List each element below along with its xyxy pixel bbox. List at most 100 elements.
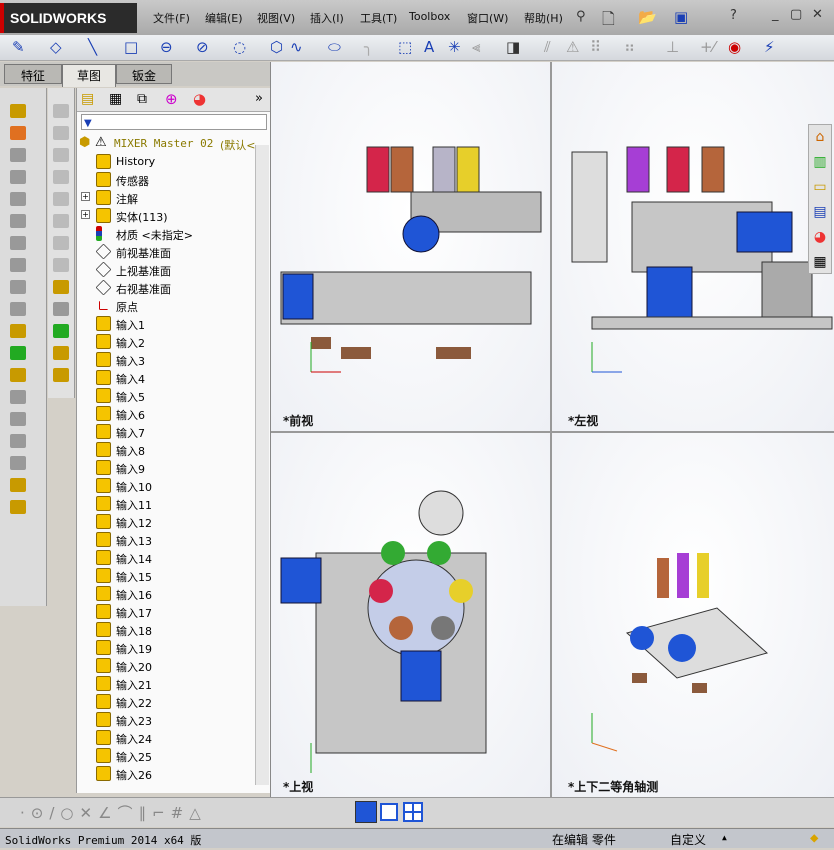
sketch-tool-icon[interactable]	[53, 214, 69, 228]
minimize-icon[interactable]: _	[772, 7, 779, 22]
units-selector[interactable]: 自定义	[670, 831, 706, 848]
relations-icon[interactable]: ⊥	[666, 38, 679, 56]
repair-icon[interactable]: +⁄	[700, 38, 715, 56]
sketch-tool-icon[interactable]	[53, 302, 69, 316]
appearances-icon[interactable]: ◕	[809, 225, 831, 250]
expand-icon[interactable]: +	[81, 192, 90, 201]
line-icon[interactable]: ╲	[88, 38, 97, 56]
center-icon[interactable]: ⊙	[31, 804, 50, 822]
feature-tool-icon[interactable]	[10, 478, 26, 492]
feature-tool-icon[interactable]	[10, 324, 26, 338]
viewport-left[interactable]: *左视	[552, 62, 834, 431]
ellipse-icon[interactable]: ⬭	[328, 38, 341, 56]
feature-tool-icon[interactable]	[10, 456, 26, 470]
feature-tool-icon[interactable]	[10, 214, 26, 228]
tag-icon[interactable]: ◆	[810, 830, 818, 846]
rectangle-icon[interactable]: □	[124, 38, 138, 56]
feature-tool-icon[interactable]	[10, 192, 26, 206]
perpendicular-icon[interactable]: ⌐	[152, 804, 171, 822]
sketch-icon[interactable]: ✎	[12, 38, 25, 56]
menu-window[interactable]: 窗口(W)	[467, 10, 508, 26]
rapid-sketch-icon[interactable]: ◉	[728, 38, 741, 56]
viewport-top[interactable]: *上视	[271, 433, 550, 797]
expand-icon[interactable]: +	[81, 210, 90, 219]
design-library-icon[interactable]: ▥	[809, 150, 831, 175]
viewport-divider-horizontal[interactable]	[271, 431, 834, 433]
sketch-tool-icon[interactable]	[53, 192, 69, 206]
sketch-tool-icon[interactable]	[53, 368, 69, 382]
menu-edit[interactable]: 编辑(E)	[205, 10, 243, 26]
save-icon[interactable]: ▣	[674, 8, 688, 26]
point-icon[interactable]: ·	[20, 804, 31, 822]
property-manager-icon[interactable]: ▦	[109, 91, 122, 107]
sketch-tool-icon[interactable]	[53, 148, 69, 162]
close-icon[interactable]: ✕	[812, 7, 823, 22]
feature-tool-icon[interactable]	[10, 126, 26, 140]
circle-icon[interactable]: ⊘	[196, 38, 209, 56]
new-document-icon[interactable]: 🗋	[602, 8, 615, 35]
tree-root[interactable]: ⬢ ⚠ MIXER Master 02 (默认<	[77, 135, 271, 153]
dimxpert-icon[interactable]: ⊕	[165, 90, 178, 108]
mirror-icon[interactable]: ⫷	[472, 38, 480, 56]
instant2d-icon[interactable]: ⚡	[764, 38, 775, 56]
offset-icon[interactable]: ◨	[506, 38, 520, 56]
solidworks-resources-icon[interactable]: ⌂	[809, 125, 831, 150]
sketch-tool-icon[interactable]	[53, 346, 69, 360]
menu-view[interactable]: 视图(V)	[257, 10, 295, 26]
fillet-icon[interactable]: ╮	[364, 38, 373, 56]
feature-tool-icon[interactable]	[10, 170, 26, 184]
viewport-divider-vertical[interactable]	[550, 62, 552, 797]
trim-icon[interactable]: ⫽	[544, 38, 551, 56]
view-palette-icon[interactable]: ▤	[809, 200, 831, 225]
menu-toolbox[interactable]: Toolbox	[409, 10, 450, 23]
four-view-icon[interactable]	[403, 802, 423, 822]
point-icon[interactable]: ✳	[448, 38, 461, 56]
text-icon[interactable]: A	[424, 38, 434, 56]
display-manager-icon[interactable]: ◕	[193, 90, 206, 108]
sketch-tool-icon[interactable]	[53, 280, 69, 294]
line-icon[interactable]: /	[49, 804, 60, 822]
tree-scrollbar[interactable]	[255, 145, 269, 785]
feature-tool-icon[interactable]	[10, 346, 26, 360]
feature-tool-icon[interactable]	[10, 302, 26, 316]
warning-icon[interactable]: ⚠	[566, 38, 579, 56]
feature-tool-icon[interactable]	[10, 500, 26, 514]
sketch-tool-icon[interactable]	[53, 258, 69, 272]
construction-geometry-icon[interactable]: ⬚	[398, 38, 412, 56]
parallel-icon[interactable]: ∥	[139, 804, 153, 822]
triangle-icon[interactable]: △	[189, 804, 207, 822]
menu-tools[interactable]: 工具(T)	[360, 10, 397, 26]
circle-icon[interactable]: ○	[60, 804, 79, 822]
feature-tool-icon[interactable]	[10, 368, 26, 382]
menu-help[interactable]: 帮助(H)	[524, 10, 563, 26]
sketch-tool-icon[interactable]	[53, 170, 69, 184]
polygon-icon[interactable]: ⬡	[270, 38, 283, 56]
3d-view-icon[interactable]	[355, 801, 377, 823]
file-explorer-icon[interactable]: ▭	[809, 175, 831, 200]
pin-icon[interactable]: ⚲	[576, 9, 586, 24]
help-icon[interactable]: ?	[730, 8, 737, 23]
solidworks-logo[interactable]: SOLIDWORKS	[0, 3, 137, 33]
arc-icon[interactable]: ◌	[233, 38, 246, 56]
sketch-tool-icon[interactable]	[53, 324, 69, 338]
angle-icon[interactable]: ∠	[98, 804, 117, 822]
feature-tool-icon[interactable]	[10, 412, 26, 426]
configuration-manager-icon[interactable]: ⧉	[137, 91, 147, 107]
sketch-tool-icon[interactable]	[53, 236, 69, 250]
sketch-tool-icon[interactable]	[53, 104, 69, 118]
feature-tool-icon[interactable]	[10, 104, 26, 118]
units-arrow-icon[interactable]: ▲	[722, 833, 727, 842]
feature-tool-icon[interactable]	[10, 390, 26, 404]
tangent-icon[interactable]: ⌒	[118, 804, 139, 822]
spline-icon[interactable]: ∿	[290, 38, 303, 56]
viewport-front[interactable]: *前视	[271, 62, 550, 431]
tree-filter[interactable]: ▼	[81, 114, 267, 130]
menu-file[interactable]: 文件(F)	[153, 10, 190, 26]
linear-pattern-icon[interactable]: ⠿	[590, 38, 601, 56]
feature-tool-icon[interactable]	[10, 434, 26, 448]
viewport-isometric[interactable]: *上下二等角轴测	[552, 433, 834, 797]
feature-tool-icon[interactable]	[10, 280, 26, 294]
feature-manager-icon[interactable]: ▤	[81, 91, 94, 107]
menu-insert[interactable]: 插入(I)	[310, 10, 344, 26]
sketch-tool-icon[interactable]	[53, 126, 69, 140]
